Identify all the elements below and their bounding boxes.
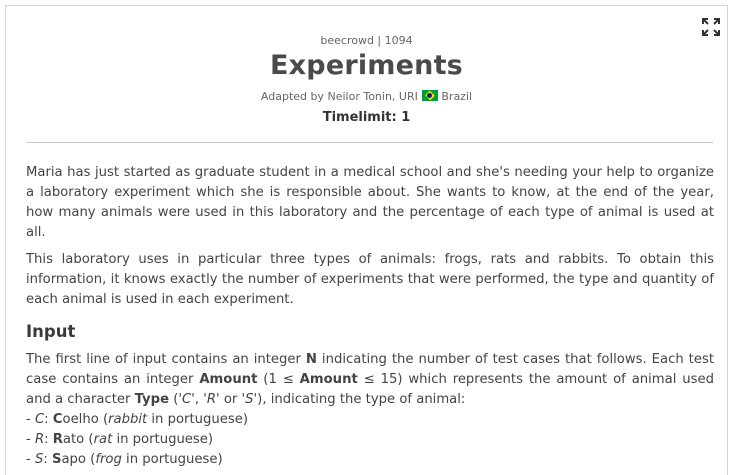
list-item: - S: Sapo (frog in portuguese) bbox=[26, 452, 223, 467]
input-description: The first line of input contains an inte… bbox=[26, 352, 714, 407]
page-title: Experiments bbox=[270, 50, 463, 81]
brazil-flag-icon bbox=[422, 90, 439, 101]
adapted-by: Adapted by Neilor Tonin, URI Brazil bbox=[6, 90, 727, 103]
divider bbox=[26, 142, 713, 143]
problem-source: beecrowd | 1094 bbox=[320, 34, 413, 47]
description-paragraph-2: This laboratory uses in particular three… bbox=[26, 252, 714, 307]
problem-content: Maria has just started as graduate stude… bbox=[26, 163, 714, 470]
list-item: - R: Rato (rat in portuguese) bbox=[26, 432, 214, 447]
adapted-country: Brazil bbox=[441, 90, 473, 103]
description-paragraph-1: Maria has just started as graduate stude… bbox=[26, 165, 714, 240]
list-item: - C: Coelho (rabbit in portuguese) bbox=[26, 412, 248, 427]
timelimit: Timelimit: 1 bbox=[322, 110, 411, 125]
problem-panel: beecrowd | 1094 Experiments Adapted by N… bbox=[5, 5, 728, 475]
adapted-by-text: Adapted by Neilor Tonin, URI bbox=[260, 90, 418, 103]
input-heading: Input bbox=[26, 322, 76, 341]
